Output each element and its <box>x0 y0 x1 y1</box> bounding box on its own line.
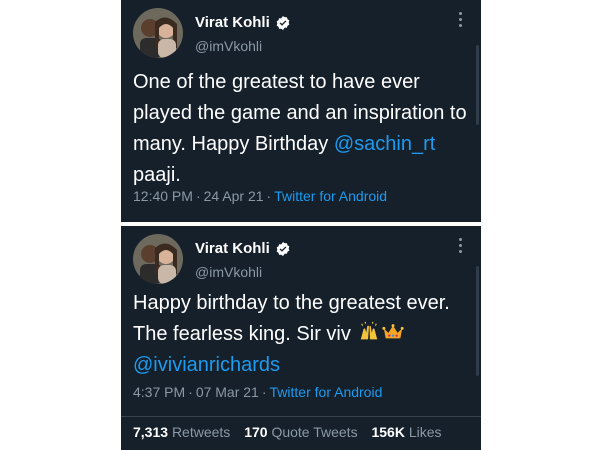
raising-hands-icon <box>361 321 378 340</box>
retweets-stat[interactable]: 7,313 Retweets <box>133 424 230 440</box>
more-options-icon[interactable] <box>457 12 463 30</box>
likes-stat[interactable]: 156K Likes <box>371 424 441 440</box>
tweet-time[interactable]: 4:37 PM <box>133 384 185 400</box>
separator: · <box>188 384 193 400</box>
mention-link[interactable]: @sachin_rt <box>334 133 435 155</box>
tweet-date[interactable]: 24 Apr 21 <box>204 188 264 204</box>
scrollbar[interactable] <box>476 266 479 376</box>
crown-icon <box>382 324 405 339</box>
verified-badge-icon <box>276 15 290 30</box>
author-name[interactable]: Virat Kohli <box>195 240 270 257</box>
tweet-stats: 7,313 Retweets 170 Quote Tweets 156K Lik… <box>133 424 452 440</box>
tweet-card: Virat Kohli @imVkohli Happy birthday to … <box>121 226 481 450</box>
more-options-icon[interactable] <box>457 238 463 256</box>
tweet-text: Happy birthday to the greatest ever. The… <box>133 292 450 376</box>
verified-badge-icon <box>276 241 290 256</box>
tweet-meta: 4:37 PM · 07 Mar 21 · Twitter for Android <box>133 384 382 400</box>
separator: · <box>266 188 272 204</box>
separator: · <box>195 188 201 204</box>
scrollbar[interactable] <box>476 45 479 125</box>
author-name[interactable]: Virat Kohli <box>195 14 270 31</box>
separator: · <box>261 384 267 400</box>
author-handle: @imVkohli <box>195 38 263 54</box>
tweet-text: One of the greatest to have ever played … <box>133 71 467 186</box>
tweet-source[interactable]: Twitter for Android <box>274 188 387 204</box>
author-handle: @imVkohli <box>195 264 263 280</box>
quote-tweets-stat[interactable]: 170 Quote Tweets <box>244 424 357 440</box>
tweet-time[interactable]: 12:40 PM <box>133 188 193 204</box>
avatar[interactable] <box>133 8 183 58</box>
tweet-source[interactable]: Twitter for Android <box>270 384 383 400</box>
mention-link[interactable]: @ivivianrichards <box>133 354 280 376</box>
tweet-meta: 12:40 PM · 24 Apr 21 · Twitter for Android <box>133 188 387 204</box>
tweet-date[interactable]: 07 Mar 21 <box>196 384 259 400</box>
tweet-card: Virat Kohli @imVkohli One of the greates… <box>121 0 481 222</box>
avatar[interactable] <box>133 234 183 284</box>
divider <box>121 416 481 417</box>
